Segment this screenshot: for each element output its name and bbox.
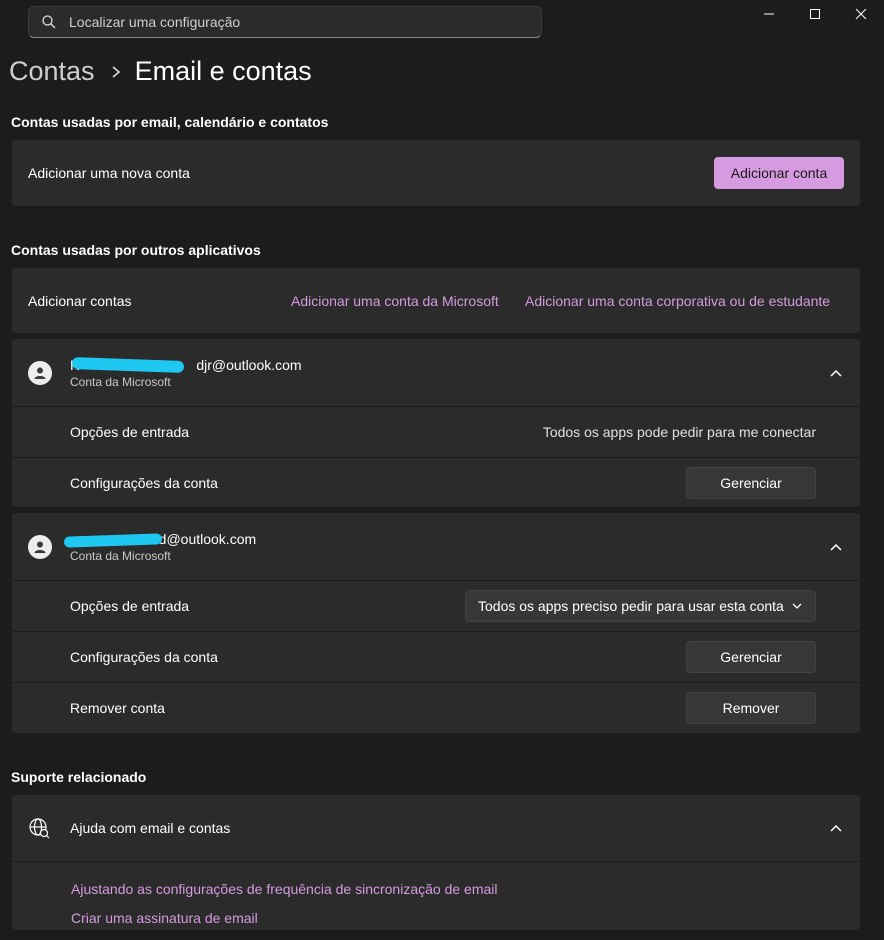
search-box[interactable]: Localizar uma configuração — [28, 6, 542, 38]
globe-icon — [29, 818, 50, 839]
close-button[interactable] — [838, 0, 884, 28]
account-type-1: Conta da Microsoft — [70, 374, 171, 389]
add-microsoft-account-link[interactable]: Adicionar uma conta da Microsoft — [291, 293, 499, 309]
sync-frequency-link[interactable]: Ajustando as configurações de frequência… — [71, 881, 860, 910]
add-account-label: Adicionar uma nova conta — [28, 165, 190, 181]
account-header-1[interactable]: Kdjr@outlook.com Conta da Microsoft — [12, 339, 860, 406]
support-help-label: Ajuda com email e contas — [70, 820, 231, 836]
account-info-2: rd@outlook.com Conta da Microsoft — [63, 531, 256, 563]
add-account-row: Adicionar uma nova conta Adicionar conta — [12, 140, 860, 206]
breadcrumb: Contas Email e contas — [9, 56, 312, 87]
account-header-2[interactable]: rd@outlook.com Conta da Microsoft — [12, 513, 860, 580]
account-settings-label: Configurações da conta — [70, 474, 218, 491]
breadcrumb-parent[interactable]: Contas — [9, 56, 95, 87]
add-app-accounts-card: Adicionar contas Adicionar uma conta da … — [12, 268, 860, 333]
add-account-button[interactable]: Adicionar conta — [714, 157, 844, 189]
search-icon — [42, 15, 56, 29]
window-controls — [746, 0, 884, 28]
manage-button[interactable]: Gerenciar — [686, 467, 816, 499]
maximize-icon — [810, 9, 820, 19]
add-email-account-card: Adicionar uma nova conta Adicionar conta — [12, 140, 860, 206]
add-work-account-link[interactable]: Adicionar uma conta corporativa ou de es… — [525, 293, 830, 309]
avatar — [28, 360, 52, 385]
section-title-support: Suporte relacionado — [11, 769, 147, 785]
avatar — [28, 534, 52, 559]
signin-options-label: Opções de entrada — [70, 424, 190, 440]
manage-button[interactable]: Gerenciar — [686, 641, 816, 673]
add-accounts-row: Adicionar contas Adicionar uma conta da … — [12, 268, 860, 333]
account-info-1: Kdjr@outlook.com Conta da Microsoft — [70, 357, 302, 389]
person-icon — [34, 541, 46, 553]
chevron-right-icon — [111, 65, 121, 79]
remove-account-label: Remover conta — [70, 700, 165, 716]
search-input[interactable]: Localizar uma configuração — [69, 14, 240, 30]
chevron-up-icon[interactable] — [828, 820, 844, 836]
signin-options-row-1: Opções de entrada Todos os apps pode ped… — [12, 406, 860, 457]
minimize-icon — [764, 13, 774, 15]
support-links: Ajustando as configurações de frequência… — [12, 861, 860, 926]
maximize-button[interactable] — [792, 0, 838, 28]
signin-options-label: Opções de entrada — [70, 598, 190, 614]
account-card-1: Kdjr@outlook.com Conta da Microsoft Opçõ… — [12, 339, 860, 507]
support-header[interactable]: Ajuda com email e contas — [12, 795, 860, 861]
section-title-apps: Contas usadas por outros aplicativos — [11, 242, 261, 258]
person-icon — [34, 367, 46, 379]
account-settings-row-2: Configurações da conta Gerenciar — [12, 631, 860, 682]
support-card: Ajuda com email e contas Ajustando as co… — [12, 795, 860, 930]
minimize-button[interactable] — [746, 0, 792, 28]
close-icon — [855, 8, 867, 20]
signin-options-dropdown[interactable]: Todos os apps preciso pedir para usar es… — [465, 590, 816, 622]
settings-window: Localizar uma configuração Contas Email … — [0, 0, 884, 940]
account-settings-row-1: Configurações da conta Gerenciar — [12, 457, 860, 507]
chevron-down-icon — [792, 603, 802, 609]
chevron-up-icon[interactable] — [828, 365, 844, 381]
page-title: Email e contas — [134, 56, 312, 86]
section-title-email: Contas usadas por email, calendário e co… — [11, 114, 329, 130]
account-card-2: rd@outlook.com Conta da Microsoft Opções… — [12, 513, 860, 733]
signin-options-selected: Todos os apps preciso pedir para usar es… — [478, 598, 784, 614]
account-settings-label: Configurações da conta — [70, 649, 218, 665]
remove-account-row: Remover conta Remover — [12, 682, 860, 733]
signin-options-row-2: Opções de entrada Todos os apps preciso … — [12, 580, 860, 631]
remove-button[interactable]: Remover — [686, 692, 816, 724]
email-signature-link[interactable]: Criar uma assinatura de email — [71, 910, 860, 926]
signin-options-value: Todos os apps pode pedir para me conecta… — [542, 424, 816, 440]
chevron-up-icon[interactable] — [828, 539, 844, 555]
add-accounts-label: Adicionar contas — [28, 292, 132, 309]
account-type-2: Conta da Microsoft — [70, 548, 171, 563]
